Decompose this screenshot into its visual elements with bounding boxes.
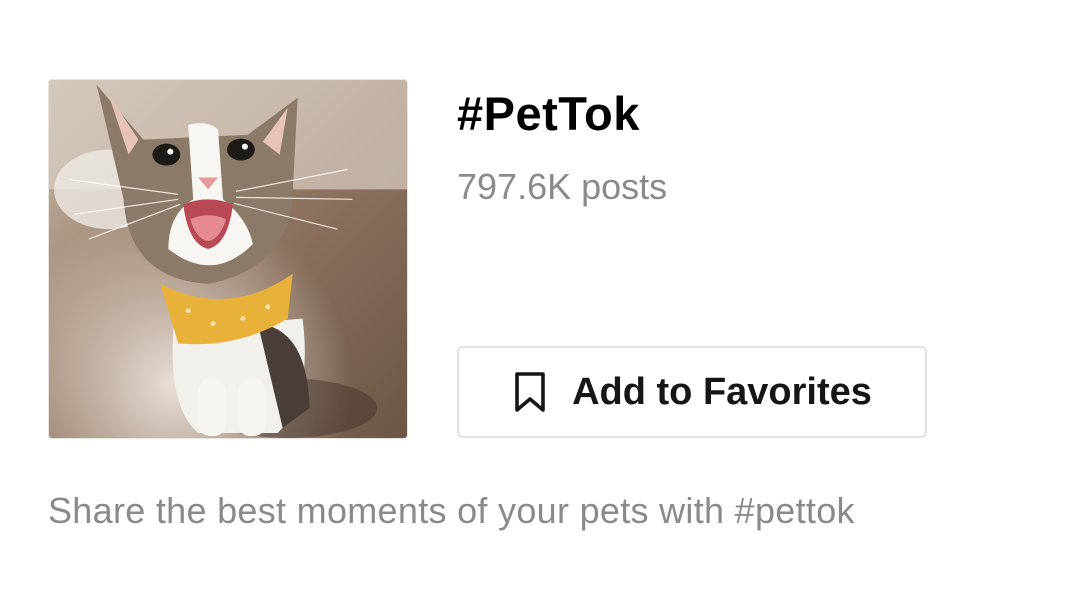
hashtag-description: Share the best moments of your pets with…: [48, 490, 855, 531]
add-to-favorites-label: Add to Favorites: [572, 370, 872, 413]
hashtag-cover-image: [48, 79, 408, 439]
post-count: 797.6K posts: [457, 166, 668, 207]
hashtag-title: #PetTok: [457, 87, 640, 140]
add-to-favorites-button[interactable]: Add to Favorites: [457, 346, 927, 438]
bookmark-icon: [515, 372, 545, 412]
cat-photo: [49, 80, 407, 438]
